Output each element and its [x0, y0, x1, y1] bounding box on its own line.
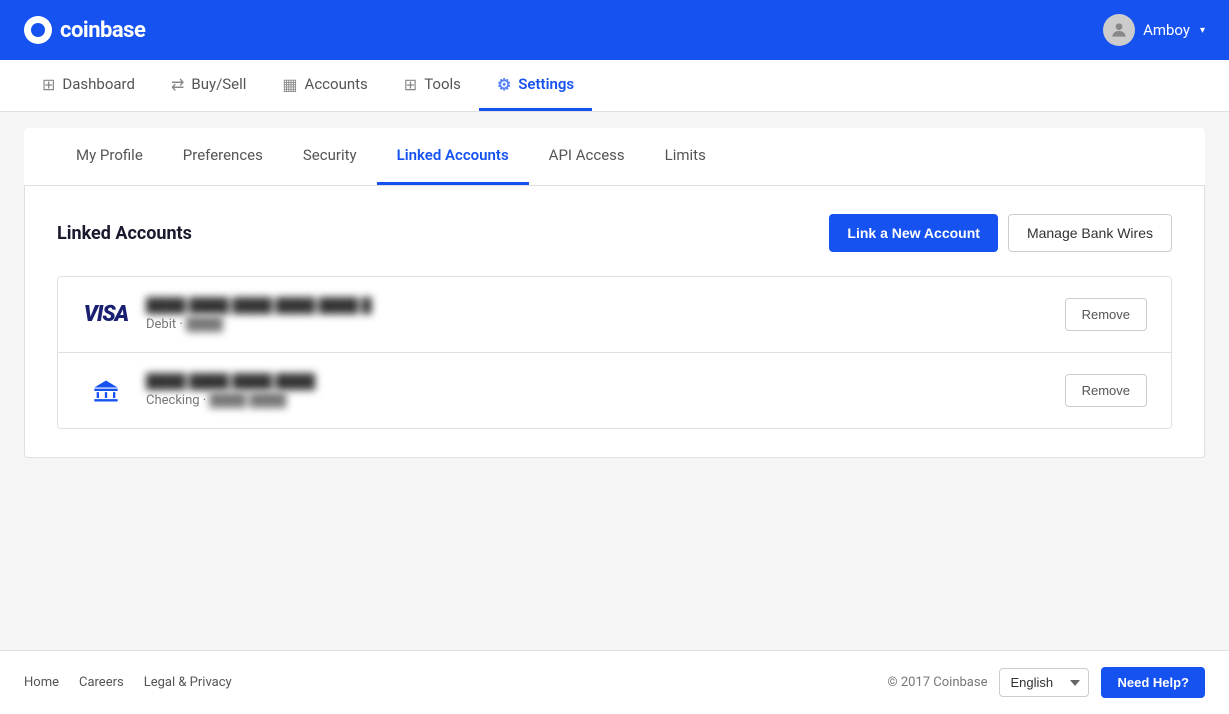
account-name: ████ ████ ████ ████ [146, 373, 1065, 390]
action-buttons: Link a New Account Manage Bank Wires [829, 214, 1172, 252]
need-help-button[interactable]: Need Help? [1101, 667, 1205, 698]
footer-link-legal[interactable]: Legal & Privacy [144, 675, 232, 690]
visa-icon: VISA [82, 299, 130, 331]
tab-linked-accounts[interactable]: Linked Accounts [377, 128, 529, 185]
username: Amboy [1143, 21, 1190, 39]
logo[interactable]: coinbase [24, 16, 145, 44]
tools-icon: ⊞ [404, 75, 417, 94]
settings-icon: ⚙ [497, 75, 511, 94]
footer-link-careers[interactable]: Careers [79, 675, 124, 690]
account-info: ████ ████ ████ ████ Checking · ████ ████ [146, 373, 1065, 408]
nav-label-dashboard: Dashboard [62, 75, 135, 93]
account-meta: Debit · ████ [146, 316, 1065, 332]
nav-label-tools: Tools [424, 75, 461, 93]
avatar [1103, 14, 1135, 46]
remove-visa-button[interactable]: Remove [1065, 298, 1147, 331]
top-nav: ⊞ Dashboard ⇄ Buy/Sell ▦ Accounts ⊞ Tool… [0, 60, 1229, 112]
table-row: ████ ████ ████ ████ Checking · ████ ████… [58, 353, 1171, 428]
logo-text: coinbase [60, 18, 145, 43]
link-new-account-button[interactable]: Link a New Account [829, 214, 998, 252]
dashboard-icon: ⊞ [42, 75, 55, 94]
header: coinbase Amboy ▾ [0, 0, 1229, 60]
nav-item-tools[interactable]: ⊞ Tools [386, 60, 479, 111]
tab-limits[interactable]: Limits [645, 128, 726, 185]
settings-tabs: My Profile Preferences Security Linked A… [24, 128, 1205, 186]
tab-security[interactable]: Security [283, 128, 377, 185]
account-meta: Checking · ████ ████ [146, 392, 1065, 408]
nav-label-settings: Settings [518, 75, 574, 93]
nav-item-buysell[interactable]: ⇄ Buy/Sell [153, 60, 264, 111]
footer-right: © 2017 Coinbase English Español Français… [887, 667, 1205, 698]
manage-bank-wires-button[interactable]: Manage Bank Wires [1008, 214, 1172, 252]
remove-bank-button[interactable]: Remove [1065, 374, 1147, 407]
nav-label-accounts: Accounts [305, 75, 368, 93]
nav-item-dashboard[interactable]: ⊞ Dashboard [24, 60, 153, 111]
tab-api-access[interactable]: API Access [529, 128, 645, 185]
copyright: © 2017 Coinbase [887, 675, 987, 690]
footer-links: Home Careers Legal & Privacy [24, 675, 232, 690]
account-name: ████ ████ ████ ████ ████ █ [146, 297, 1065, 314]
nav-item-accounts[interactable]: ▦ Accounts [264, 60, 385, 111]
bank-icon [82, 375, 130, 407]
footer-link-home[interactable]: Home [24, 675, 59, 690]
chevron-down-icon: ▾ [1200, 25, 1205, 36]
nav-item-settings[interactable]: ⚙ Settings [479, 60, 592, 111]
tab-my-profile[interactable]: My Profile [56, 128, 163, 185]
nav-label-buysell: Buy/Sell [191, 75, 246, 93]
main-content: Linked Accounts Link a New Account Manag… [24, 186, 1205, 458]
accounts-list: VISA ████ ████ ████ ████ ████ █ Debit · … [57, 276, 1172, 429]
section-header: Linked Accounts Link a New Account Manag… [57, 214, 1172, 252]
footer: Home Careers Legal & Privacy © 2017 Coin… [0, 650, 1229, 714]
section-title: Linked Accounts [57, 223, 192, 244]
logo-icon [24, 16, 52, 44]
table-row: VISA ████ ████ ████ ████ ████ █ Debit · … [58, 277, 1171, 353]
buysell-icon: ⇄ [171, 75, 184, 94]
user-menu[interactable]: Amboy ▾ [1103, 14, 1205, 46]
language-select[interactable]: English Español Français Deutsch 日本語 [999, 668, 1089, 697]
content-area: My Profile Preferences Security Linked A… [0, 112, 1229, 650]
tab-preferences[interactable]: Preferences [163, 128, 283, 185]
account-info: ████ ████ ████ ████ ████ █ Debit · ████ [146, 297, 1065, 332]
accounts-icon: ▦ [282, 75, 297, 94]
